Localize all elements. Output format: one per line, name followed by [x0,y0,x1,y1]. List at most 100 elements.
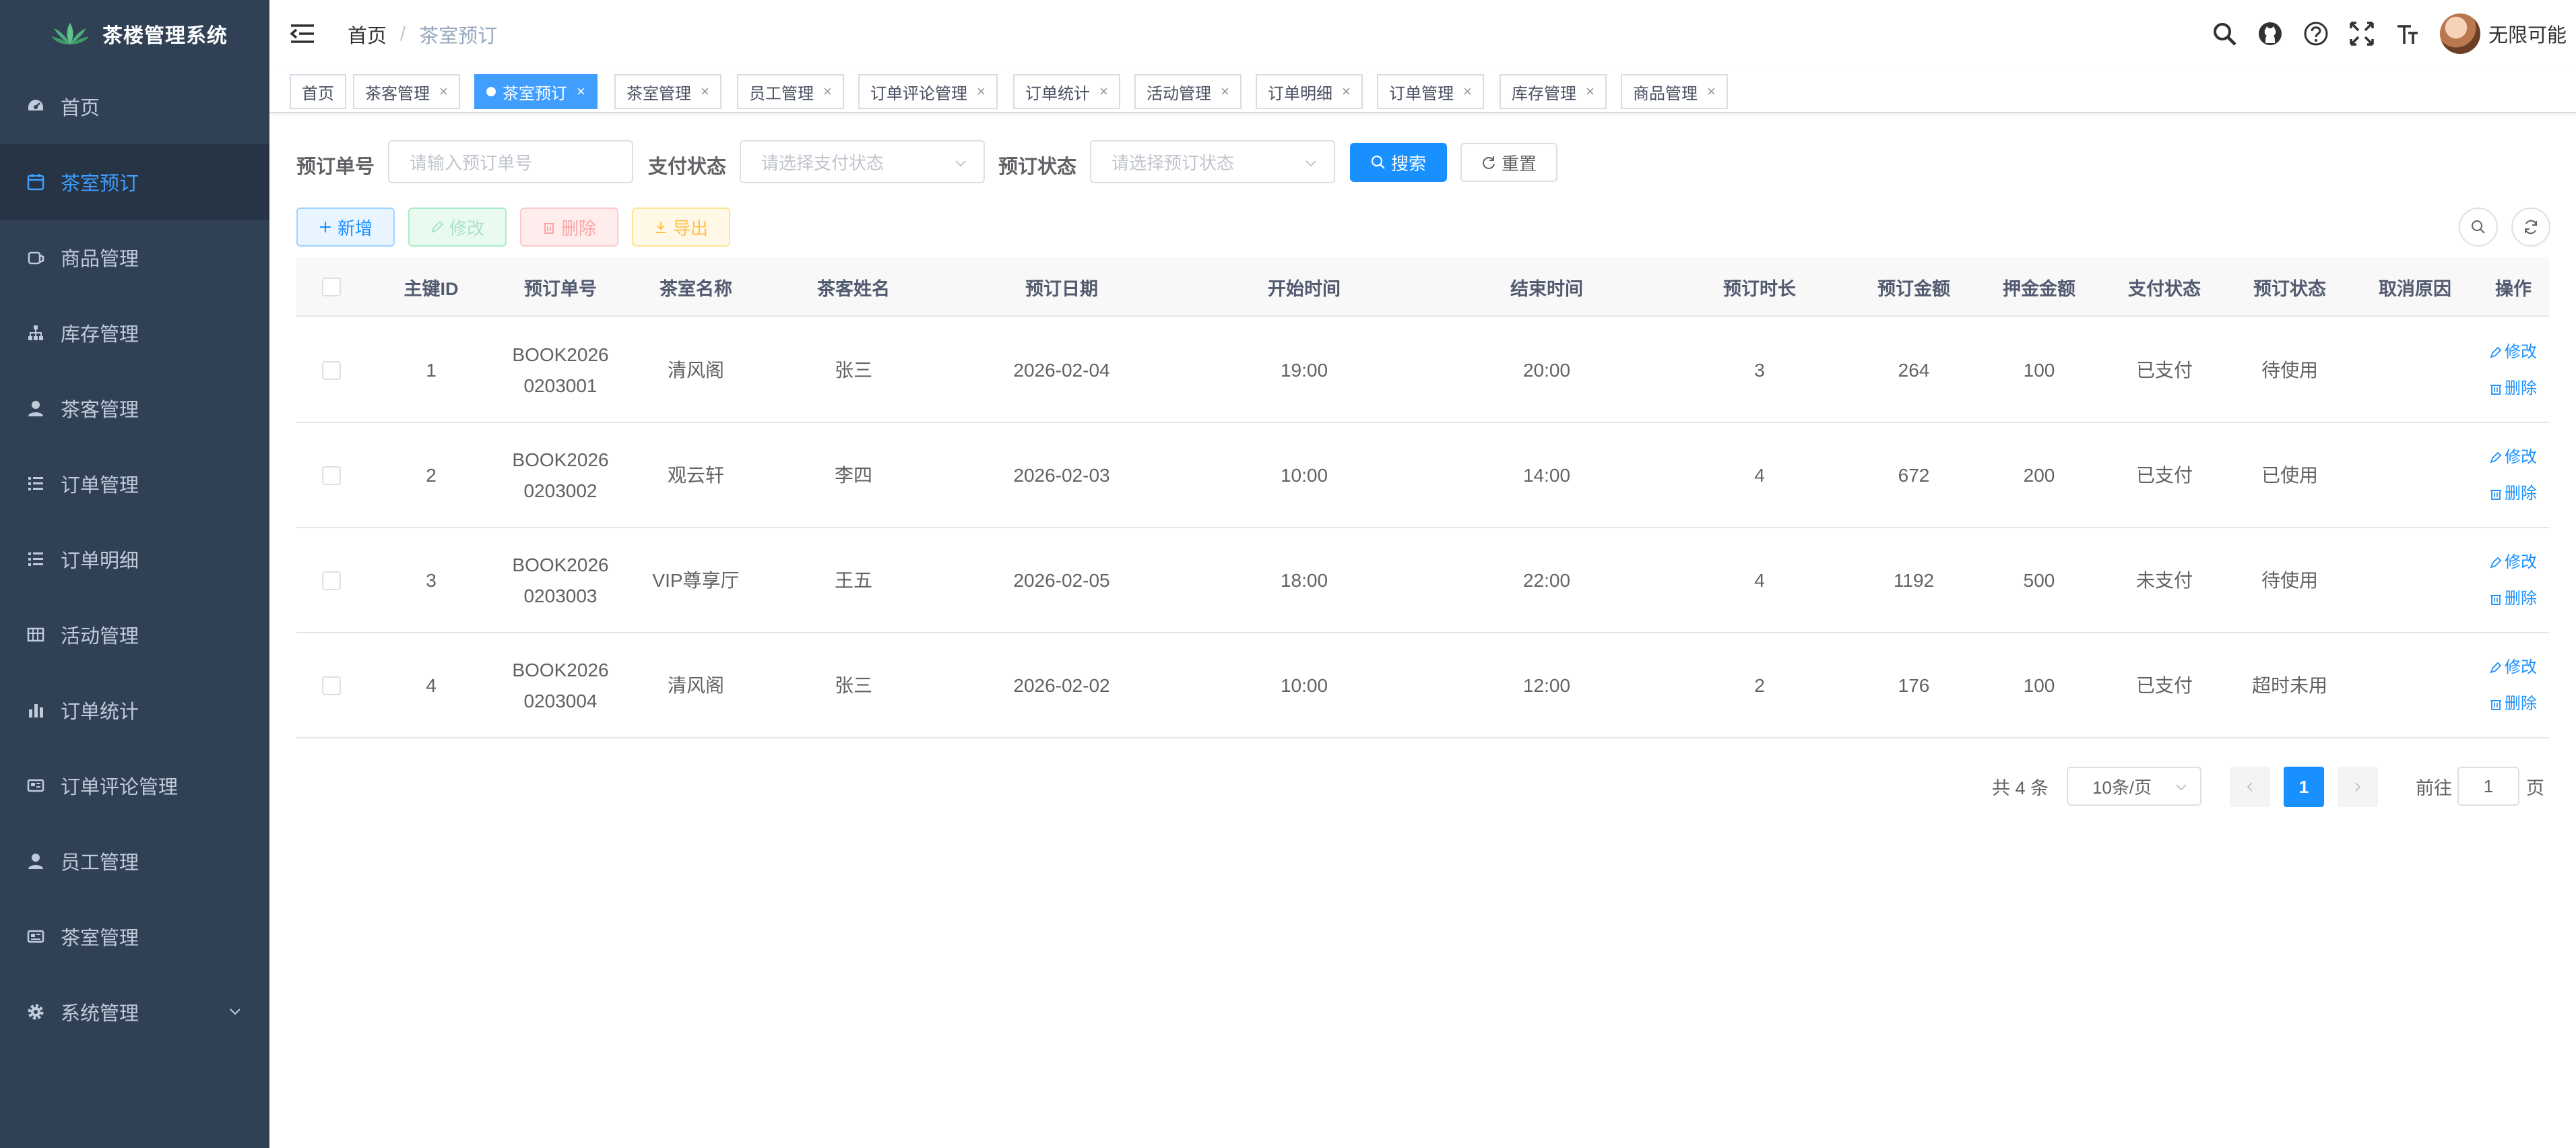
table-row[interactable]: 2 BOOK2026 0203002 观云轩 李四 2026-02-03 10:0… [296,423,2549,528]
add-button[interactable]: 新增 [296,208,395,247]
sidebar-item-orders[interactable]: 订单管理 [0,446,269,521]
sidebar-item-rooms[interactable]: 茶室管理 [0,899,269,974]
tag-customers[interactable]: 茶客管理 × [353,74,460,109]
column-header[interactable]: 结束时间 [1425,257,1668,317]
hamburger-icon[interactable] [290,20,317,47]
column-header[interactable]: 支付状态 [2102,257,2227,317]
sidebar-item-order-comments[interactable]: 订单评论管理 [0,748,269,823]
column-header[interactable]: 茶室名称 [625,257,767,317]
table-row[interactable]: 3 BOOK2026 0203003 VIP尊享厅 王五 2026-02-05 1… [296,528,2549,633]
table-header: 主键ID 预订单号 茶室名称 茶客姓名 预订日期 开始时间 结束时间 预订时长 … [296,257,2549,317]
row-delete-link[interactable]: 删除 [2490,587,2537,610]
tag-orders[interactable]: 订单管理 × [1377,74,1484,109]
sidebar-item-goods[interactable]: 商品管理 [0,220,269,295]
logo[interactable]: 茶楼管理系统 [0,0,269,67]
sidebar-item-customers[interactable]: 茶客管理 [0,371,269,446]
tag-home[interactable]: 首页 [290,74,346,109]
column-header[interactable]: 押金金额 [1976,257,2102,317]
sidebar-item-activities[interactable]: 活动管理 [0,597,269,672]
column-header[interactable]: 主键ID [366,257,496,317]
column-header[interactable]: 预订单号 [496,257,625,317]
search-icon [2472,220,2485,234]
row-edit-link[interactable]: 修改 [2490,551,2537,574]
close-icon[interactable]: × [1463,83,1472,100]
table-row[interactable]: 1 BOOK2026 0203001 清风阁 张三 2026-02-04 19:0… [296,318,2549,423]
sidebar-item-booking[interactable]: 茶室预订 [0,144,269,220]
close-icon[interactable]: × [1586,83,1595,100]
table-row[interactable]: 4 BOOK2026 0203004 清风阁 张三 2026-02-02 10:0… [296,633,2549,738]
prev-page-button[interactable] [2230,767,2270,807]
export-button-label: 导出 [672,218,708,238]
column-header[interactable]: 取消原因 [2352,257,2478,317]
close-icon[interactable]: × [577,83,585,100]
close-icon[interactable]: × [1099,83,1108,100]
page-size-select[interactable]: 10条/页 [2067,767,2201,806]
goto-page-input[interactable]: 1 [2457,767,2519,806]
column-header[interactable]: 预订日期 [940,257,1183,317]
delete-button[interactable]: 删除 [520,208,618,247]
row-checkbox[interactable] [322,571,341,590]
row-delete-link[interactable]: 删除 [2490,377,2537,400]
tag-order-stats[interactable]: 订单统计 × [1013,74,1120,109]
close-icon[interactable]: × [1221,83,1229,100]
column-header[interactable]: 开始时间 [1183,257,1425,317]
column-header[interactable]: 预订状态 [2227,257,2352,317]
sidebar-item-home[interactable]: 首页 [0,69,269,144]
username[interactable]: 无限可能 [2488,20,2567,48]
search-button[interactable]: 搜索 [1350,143,1447,182]
breadcrumb-home[interactable]: 首页 [348,20,387,49]
sidebar-item-order-details[interactable]: 订单明细 [0,521,269,597]
tag-inventory[interactable]: 库存管理 × [1500,74,1607,109]
close-icon[interactable]: × [1707,83,1716,100]
tag-rooms[interactable]: 茶室管理 × [614,74,721,109]
github-icon[interactable] [2255,19,2285,49]
cell-actions: 修改 删除 [2478,528,2549,633]
edit-button[interactable]: 修改 [408,208,507,247]
row-delete-link[interactable]: 删除 [2490,482,2537,505]
column-header[interactable]: 预订时长 [1668,257,1851,317]
column-header[interactable]: 茶客姓名 [767,257,940,317]
avatar[interactable] [2439,13,2480,54]
row-checkbox[interactable] [322,466,341,485]
next-page-button[interactable] [2338,767,2378,807]
cell-end: 12:00 [1522,675,1571,696]
booking-status-select[interactable]: 请选择预订状态 [1090,140,1335,183]
sidebar-item-staff[interactable]: 员工管理 [0,823,269,899]
search-icon[interactable] [2210,19,2239,49]
close-icon[interactable]: × [977,83,986,100]
close-icon[interactable]: × [701,83,709,100]
tag-goods[interactable]: 商品管理 × [1621,74,1728,109]
tag-staff[interactable]: 员工管理 × [737,74,844,109]
column-header[interactable]: 预订金额 [1851,257,1976,317]
tag-booking[interactable]: 茶室预订 × [474,74,598,109]
row-checkbox[interactable] [322,361,341,380]
sidebar-item-inventory[interactable]: 库存管理 [0,295,269,371]
tag-order-comments[interactable]: 订单评论管理 × [858,74,998,109]
row-edit-link[interactable]: 修改 [2490,341,2537,364]
booking-no-input[interactable]: 请输入预订单号 [388,140,633,183]
page-number-button[interactable]: 1 [2284,767,2324,807]
close-icon[interactable]: × [1342,83,1351,100]
refresh-table-button[interactable] [2511,208,2550,247]
select-all-checkbox[interactable] [322,278,341,296]
close-icon[interactable]: × [439,83,448,100]
active-dot-icon [486,87,496,96]
sidebar-item-system[interactable]: 系统管理 [0,974,269,1050]
fullscreen-icon[interactable] [2347,19,2377,49]
row-checkbox[interactable] [322,676,341,695]
pay-status-select[interactable]: 请选择支付状态 [740,140,985,183]
row-delete-link[interactable]: 删除 [2490,693,2537,715]
row-select-cell [296,318,366,423]
close-icon[interactable]: × [823,83,832,100]
question-icon[interactable] [2301,19,2331,49]
row-edit-link[interactable]: 修改 [2490,446,2537,469]
export-button[interactable]: 导出 [632,208,730,247]
reset-button[interactable]: 重置 [1460,143,1557,182]
sidebar-item-order-stats[interactable]: 订单统计 [0,672,269,748]
font-size-icon[interactable] [2393,19,2422,49]
toggle-search-button[interactable] [2459,208,2498,247]
tag-activities[interactable]: 活动管理 × [1134,74,1242,109]
sidebar-item-label: 系统管理 [61,1003,139,1025]
tag-order-details[interactable]: 订单明细 × [1256,74,1363,109]
row-edit-link[interactable]: 修改 [2490,656,2537,679]
